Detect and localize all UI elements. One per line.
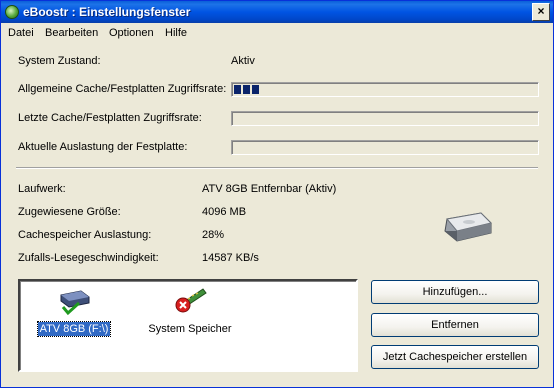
window-title: eBoostr : Einstellungsfenster [23,5,191,19]
device-label-atv-8gb: ATV 8GB (F:\) [36,321,112,337]
speed-label: Zufalls-Lesegeschwindigkeit: [18,252,159,264]
drive-label: Laufwerk: [18,183,66,195]
progress-block [234,85,241,94]
memory-error-icon [175,288,207,313]
last-rate-progress [231,111,539,126]
close-button[interactable]: × [532,3,550,21]
device-list[interactable]: ATV 8GB (F:\) System Speicher [18,279,358,372]
device-item-system-memory[interactable]: System Speicher [140,285,240,336]
title-bar[interactable]: eBoostr : Einstellungsfenster × [1,1,553,23]
menu-datei[interactable]: Datei [8,27,34,39]
speed-value: 14587 KB/s [202,252,259,264]
system-state-label: System Zustand: [18,55,101,67]
last-rate-label: Letzte Cache/Festplatten Zugriffsrate: [18,112,202,124]
size-label: Zugewiesene Größe: [18,206,121,218]
menu-bearbeiten[interactable]: Bearbeiten [45,27,98,39]
general-rate-label: Allgemeine Cache/Festplatten Zugriffsrat… [18,83,227,95]
device-item-atv-8gb[interactable]: ATV 8GB (F:\) [24,285,124,337]
system-state-value: Aktiv [231,55,255,67]
hard-drive-icon [444,212,492,242]
eboostr-app-icon [5,5,19,19]
device-label-system-memory: System Speicher [148,323,232,335]
menu-bar: Datei Bearbeiten Optionen Hilfe [1,23,553,43]
size-value: 4096 MB [202,206,247,218]
disk-load-progress [231,140,539,155]
add-button[interactable]: Hinzufügen... [371,280,539,304]
progress-block [243,85,250,94]
general-rate-progress-fill [234,85,259,94]
usage-label: Cachespeicher Auslastung: [18,229,152,241]
remove-button[interactable]: Entfernen [371,313,539,337]
progress-block [252,85,259,94]
drive-value: ATV 8GB Entfernbar (Aktiv) [202,183,337,195]
usage-value: 28% [202,229,225,241]
settings-window: eBoostr : Einstellungsfenster × Datei Be… [0,0,554,388]
general-rate-progress [231,82,539,97]
create-cache-button[interactable]: Jetzt Cachespeicher erstellen [371,345,539,369]
disk-load-label: Aktuelle Auslastung der Festplatte: [18,141,188,153]
section-divider [16,167,538,169]
menu-optionen[interactable]: Optionen [109,27,154,39]
usb-drive-check-icon [60,290,90,316]
menu-hilfe[interactable]: Hilfe [165,27,187,39]
